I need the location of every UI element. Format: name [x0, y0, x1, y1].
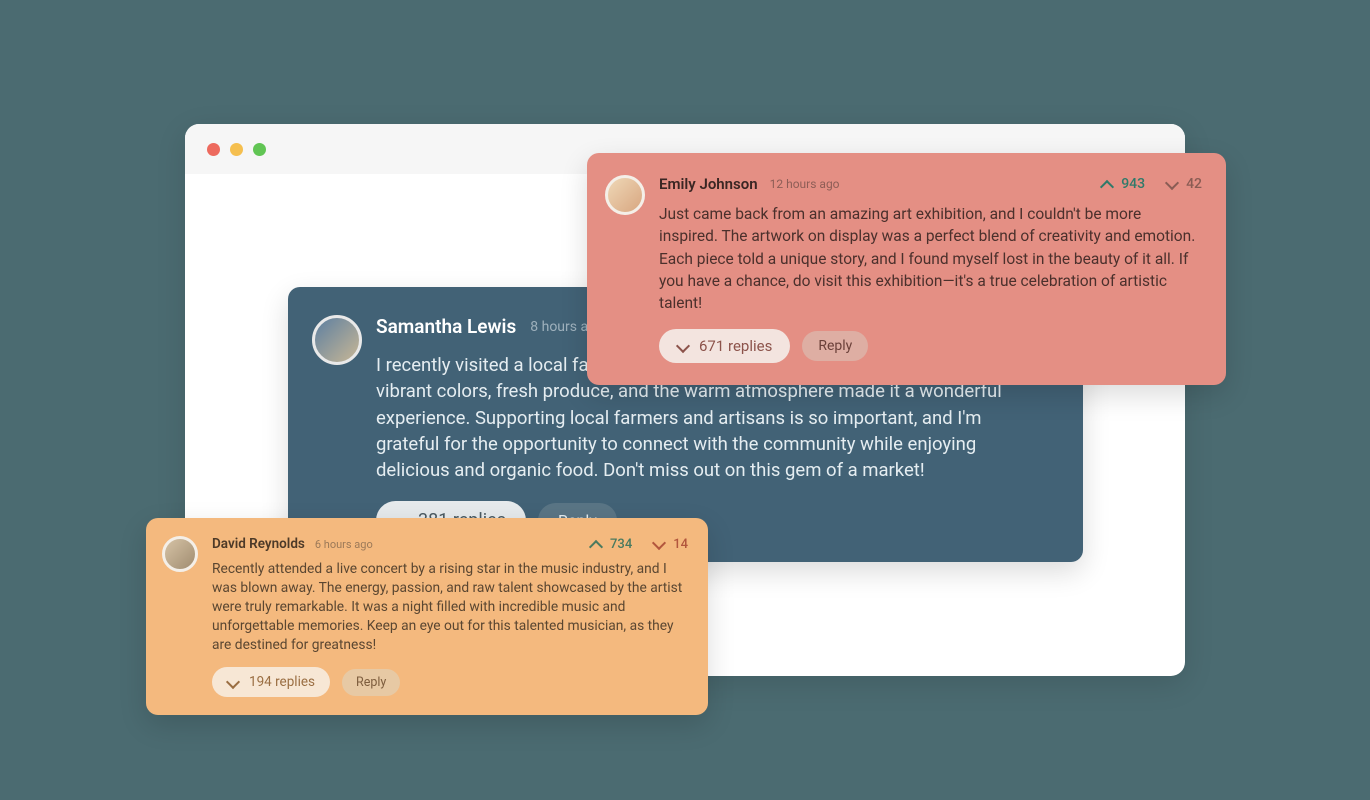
replies-toggle[interactable]: 194 replies: [212, 667, 330, 697]
upvote-count: 943: [1121, 176, 1145, 192]
comment-actions: 671 replies Reply: [659, 329, 1202, 363]
replies-count: 671 replies: [699, 337, 772, 355]
comment-card-david: David Reynolds 6 hours ago 734 14 Recent…: [146, 518, 708, 715]
reply-label: Reply: [356, 675, 386, 690]
comment-actions: 194 replies Reply: [212, 667, 688, 697]
comment-card-emily: Emily Johnson 12 hours ago 943 42 Just c…: [587, 153, 1226, 385]
comment-text: Recently attended a live concert by a ri…: [212, 560, 688, 655]
reply-label: Reply: [818, 338, 852, 354]
chevron-up-icon: [589, 537, 603, 551]
comment-text: Just came back from an amazing art exhib…: [659, 203, 1202, 315]
upvote-count: 734: [610, 537, 632, 552]
author-name: Emily Johnson: [659, 175, 758, 193]
window-maximize-icon[interactable]: [253, 143, 266, 156]
chevron-down-icon: [677, 340, 689, 352]
timestamp: 12 hours ago: [770, 177, 840, 191]
downvote-button[interactable]: 14: [652, 537, 688, 552]
chevron-down-icon: [1165, 177, 1179, 191]
downvote-button[interactable]: 42: [1165, 176, 1202, 192]
chevron-down-icon: [227, 676, 239, 688]
avatar: [162, 536, 198, 572]
replies-count: 194 replies: [249, 674, 315, 690]
comment-body: David Reynolds 6 hours ago 734 14 Recent…: [212, 536, 688, 697]
upvote-button[interactable]: 734: [589, 537, 632, 552]
comment-body: Emily Johnson 12 hours ago 943 42 Just c…: [659, 175, 1202, 363]
timestamp: 6 hours ago: [315, 538, 373, 551]
reply-button[interactable]: Reply: [342, 669, 400, 696]
avatar: [605, 175, 645, 215]
reply-button[interactable]: Reply: [802, 331, 868, 361]
downvote-count: 42: [1186, 176, 1202, 192]
window-close-icon[interactable]: [207, 143, 220, 156]
avatar: [312, 315, 362, 365]
comment-meta: Emily Johnson 12 hours ago 943 42: [659, 175, 1202, 193]
chevron-down-icon: [652, 537, 666, 551]
vote-controls: 734 14: [589, 537, 688, 552]
comment-meta: David Reynolds 6 hours ago 734 14: [212, 536, 688, 552]
author-name: Samantha Lewis: [376, 315, 516, 338]
window-minimize-icon[interactable]: [230, 143, 243, 156]
author-name: David Reynolds: [212, 536, 305, 552]
upvote-button[interactable]: 943: [1100, 176, 1145, 192]
replies-toggle[interactable]: 671 replies: [659, 329, 790, 363]
chevron-up-icon: [1100, 177, 1114, 191]
downvote-count: 14: [673, 537, 688, 552]
vote-controls: 943 42: [1100, 176, 1202, 192]
